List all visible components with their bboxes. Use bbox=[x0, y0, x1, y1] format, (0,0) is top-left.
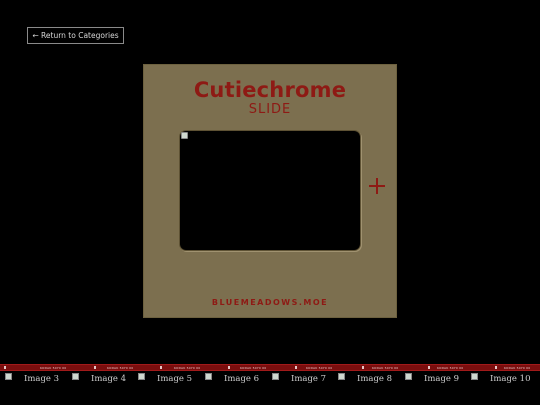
broken-image-icon bbox=[405, 373, 412, 380]
thumbnail-label: Image 8 bbox=[357, 374, 393, 384]
thumbnail[interactable]: Image 10 bbox=[471, 372, 530, 386]
slide-image-window[interactable] bbox=[180, 131, 360, 250]
thumbnail[interactable]: Image 3 bbox=[5, 372, 59, 386]
thumbnail[interactable]: Image 7 bbox=[272, 372, 326, 386]
broken-image-icon bbox=[272, 373, 279, 380]
film-perforation bbox=[94, 366, 96, 369]
thumbnail[interactable]: Image 6 bbox=[205, 372, 259, 386]
film-perforation bbox=[495, 366, 497, 369]
film-edge-marking: KODAK 5070 00 bbox=[437, 366, 464, 370]
film-edge-marking: KODAK 5070 00 bbox=[40, 366, 67, 370]
broken-image-icon bbox=[138, 373, 145, 380]
thumbnail-label: Image 5 bbox=[157, 374, 193, 384]
thumbnail-label: Image 3 bbox=[24, 374, 60, 384]
site-domain: BLUEMEADOWS.MOE bbox=[211, 298, 329, 307]
film-perforation bbox=[362, 366, 364, 369]
film-edge-marking: KODAK 5070 00 bbox=[107, 366, 134, 370]
thumbnail[interactable]: Image 8 bbox=[338, 372, 392, 386]
brand-title: Cutiechrome bbox=[193, 78, 347, 102]
slide-mount: Cutiechrome SLIDE BLUEMEADOWS.MOE bbox=[143, 64, 397, 318]
film-perforation bbox=[4, 366, 6, 369]
thumbnail-strip: Image 3 Image 4 Image 5 Image 6 Image 7 … bbox=[0, 372, 540, 392]
film-edge-marking: KODAK 5070 00 bbox=[174, 366, 201, 370]
broken-image-icon bbox=[5, 373, 12, 380]
film-edge-marking: KODAK 5070 00 bbox=[504, 366, 531, 370]
brand-subtitle: SLIDE bbox=[248, 102, 292, 117]
thumbnail[interactable]: Image 9 bbox=[405, 372, 459, 386]
broken-image-icon bbox=[471, 373, 478, 380]
film-edge-marking: KODAK 5070 00 bbox=[306, 366, 333, 370]
broken-image-icon bbox=[72, 373, 79, 380]
film-perforation bbox=[160, 366, 162, 369]
plus-icon[interactable] bbox=[369, 178, 385, 194]
thumbnail-label: Image 7 bbox=[291, 374, 327, 384]
broken-image-icon bbox=[181, 132, 188, 139]
thumbnail[interactable]: Image 4 bbox=[72, 372, 126, 386]
thumbnail[interactable]: Image 5 bbox=[138, 372, 192, 386]
thumbnail-label: Image 10 bbox=[490, 374, 531, 384]
film-perforation bbox=[428, 366, 430, 369]
thumbnail-label: Image 9 bbox=[424, 374, 460, 384]
film-edge-marking: KODAK 5070 00 bbox=[240, 366, 267, 370]
film-perforation bbox=[228, 366, 230, 369]
broken-image-icon bbox=[338, 373, 345, 380]
thumbnail-label: Image 6 bbox=[224, 374, 260, 384]
broken-image-icon bbox=[205, 373, 212, 380]
thumbnail-label: Image 4 bbox=[91, 374, 127, 384]
return-to-categories-button[interactable]: ← Return to Categories bbox=[27, 27, 124, 44]
film-perforation bbox=[295, 366, 297, 369]
film-strip: KODAK 5070 00 KODAK 5070 00 KODAK 5070 0… bbox=[0, 364, 540, 371]
film-edge-marking: KODAK 5070 00 bbox=[372, 366, 399, 370]
